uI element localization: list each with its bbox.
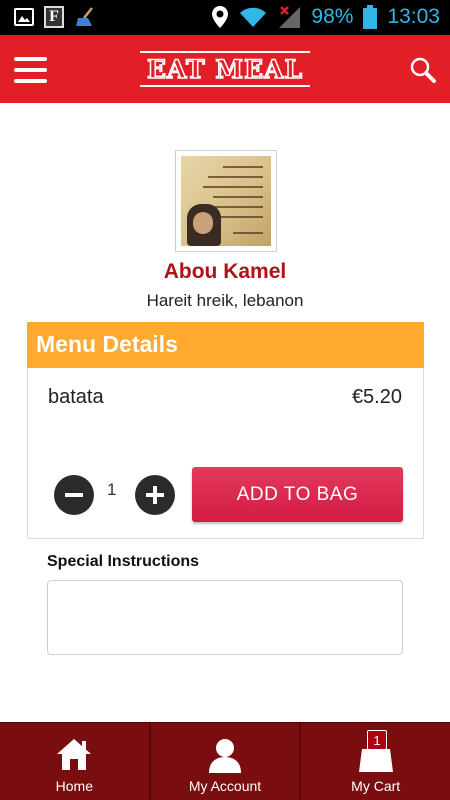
menu-details-header: Menu Details (27, 322, 424, 368)
restaurant-address: Hareit hreik, lebanon (146, 291, 304, 310)
app-f-icon: F (44, 6, 64, 28)
hamburger-menu-icon[interactable] (14, 57, 47, 83)
app-title: EAT MEAL (146, 54, 304, 85)
nav-home[interactable]: Home (0, 723, 151, 800)
item-price: €5.20 (351, 386, 402, 408)
user-icon (209, 739, 241, 773)
cart-count-badge: 1 (367, 730, 387, 750)
battery-percent: 98% (311, 5, 354, 28)
logo-top-rule (140, 51, 310, 53)
restaurant-name: Abou Kamel (163, 260, 287, 283)
nav-my-cart-label: My Cart (351, 778, 401, 794)
add-to-bag-button[interactable]: ADD TO BAG (192, 467, 403, 522)
location-icon (212, 6, 229, 28)
status-bar-notifications: F (14, 6, 96, 28)
status-bar: F 98% 13:03 (0, 0, 450, 35)
menu-item-card: batata €5.20 1 ADD TO BAG (27, 368, 424, 539)
nav-my-account-label: My Account (188, 778, 262, 794)
wifi-icon (240, 7, 267, 27)
decrease-quantity-button[interactable] (54, 475, 94, 515)
app-screen: F 98% 13:03 EAT MEAL Abou Kamel Hareit h… (0, 0, 450, 800)
restaurant-image-picture (181, 156, 271, 246)
app-header: EAT MEAL (0, 35, 450, 103)
special-instructions-input[interactable] (47, 580, 403, 655)
app-logo: EAT MEAL (140, 49, 310, 89)
logo-bottom-rule (140, 85, 310, 87)
clock: 13:03 (387, 5, 440, 28)
status-bar-system: 98% 13:03 (211, 4, 440, 30)
search-icon[interactable] (410, 57, 436, 83)
special-instructions-label: Special Instructions (47, 553, 200, 570)
restaurant-image (175, 150, 277, 252)
battery-icon (363, 5, 378, 29)
menu-details-title: Menu Details (36, 331, 178, 357)
increase-quantity-button[interactable] (135, 475, 175, 515)
broom-icon (76, 7, 93, 26)
nav-my-account[interactable]: My Account (151, 723, 302, 800)
item-name: batata (48, 386, 104, 408)
nav-home-label: Home (55, 778, 94, 794)
home-icon (57, 739, 92, 770)
quantity-value: 1 (107, 480, 117, 499)
signal-off-icon (279, 6, 301, 28)
image-icon (14, 8, 34, 26)
